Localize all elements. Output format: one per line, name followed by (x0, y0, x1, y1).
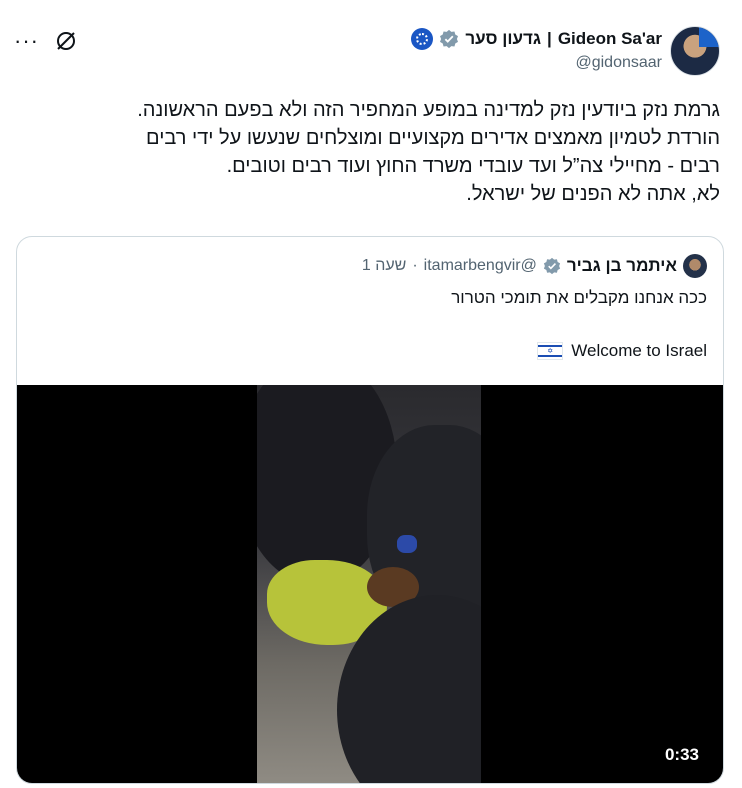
tweet-line: לא, אתה לא הפנים של ישראל. (466, 183, 720, 205)
video-duration: 0:33 (664, 745, 699, 764)
video-player[interactable]: 0:33 (17, 385, 723, 783)
author-handle[interactable]: @gidonsaar (575, 54, 662, 72)
separator-dot: · (412, 257, 418, 274)
verified-badge-icon (543, 257, 560, 275)
header-actions: ··· (14, 30, 77, 52)
quoted-author-avatar[interactable] (683, 254, 707, 278)
flag-corner-icon (699, 27, 719, 47)
author-name-hebrew[interactable]: גדעון סער (465, 29, 541, 49)
quoted-text-line: ככה אנחנו מקבלים את תומכי הטרור (451, 288, 707, 307)
video-frame (257, 385, 481, 783)
name-separator: | (547, 29, 552, 48)
tweet-header: ··· גדעון סער | Gideon Sa'ar @gidonsaar (0, 22, 742, 78)
quoted-tweet-header: איתמר בן גביר @itamarbengvir · שעה 1 (362, 254, 707, 278)
verified-badge-icon (440, 29, 459, 49)
quoted-author-name[interactable]: איתמר בן גביר (567, 256, 677, 276)
tweet-text: גרמת נזק ביודעין נזק למדינה במופע המחפיר… (20, 96, 720, 208)
tweet-line: גרמת נזק ביודעין נזק למדינה במופע המחפיר… (137, 99, 720, 121)
more-options-button[interactable]: ··· (14, 30, 39, 52)
author-name-english[interactable]: Gideon Sa'ar (558, 29, 662, 49)
quoted-author-handle[interactable]: @itamarbengvir (424, 257, 537, 275)
tweet-line: הורדת לטמיון מאמצים אדירים מקצועיים ומוצ… (146, 127, 720, 149)
quoted-tweet[interactable]: איתמר בן גביר @itamarbengvir · שעה 1 ככה… (16, 236, 724, 784)
tweet-line: רבים - מחיילי צה”ל ועד עובדי משרד החוץ ו… (226, 155, 720, 177)
israel-flag-icon: ✡ (537, 342, 564, 360)
quoted-timestamp[interactable]: שעה 1 (362, 257, 406, 275)
slash-circle-icon[interactable] (55, 30, 77, 52)
quoted-text-welcome: Welcome to Israel (571, 341, 707, 360)
quoted-text-line-2: ✡ Welcome to Israel (537, 341, 707, 361)
author-name-line[interactable]: גדעון סער | Gideon Sa'ar (411, 28, 662, 50)
affiliate-badge-icon (411, 28, 434, 50)
author-avatar[interactable] (670, 26, 720, 76)
